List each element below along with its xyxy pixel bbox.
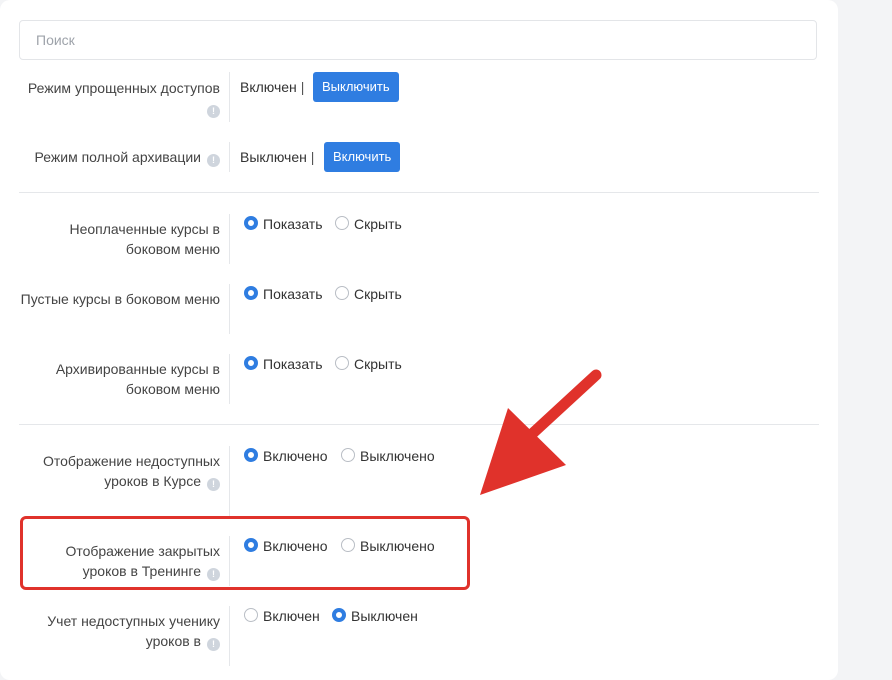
simplified-access-label: Режим упрощенных доступов! [27,80,220,118]
radio-unselected-icon[interactable] [335,216,349,230]
radio-unselected-icon[interactable] [335,356,349,370]
simplified-access-status: Включен | [240,79,305,95]
radio-unselected-icon[interactable] [335,286,349,300]
radio-selected-icon[interactable] [244,216,258,230]
info-icon[interactable]: ! [207,154,220,167]
highlight-box [20,516,470,590]
radio-selected-icon[interactable] [244,286,258,300]
unpaid-courses-row: Неоплаченные курсы в боковом меню Показа… [0,214,838,264]
divider-vertical [229,284,230,334]
search-input[interactable] [19,20,817,60]
unavailable-lessons-row: Отображение недоступных уроков в Курсе! … [0,446,838,516]
full-archive-row: Режим полной архивации! Выключен | Включ… [0,142,838,172]
info-icon[interactable]: ! [207,105,220,118]
archived-courses-label: Архивированные курсы в боковом меню [55,361,220,397]
divider-vertical [229,446,230,516]
info-icon[interactable]: ! [207,478,220,491]
radio-unselected-icon[interactable] [244,608,258,622]
divider-vertical [229,142,230,172]
full-archive-label: Режим полной архивации! [20,147,220,167]
unavailable-lessons-count-label: Учет недоступных ученику уроков в! [47,613,220,651]
unavailable-lessons-label: Отображение недоступных уроков в Курсе! [42,453,220,491]
divider-vertical [229,606,230,666]
section-divider [19,192,819,193]
divider-vertical [229,354,230,404]
section-divider [19,424,819,425]
radio-selected-icon[interactable] [244,448,258,462]
empty-courses-label: Пустые курсы в боковом меню [20,291,220,307]
full-archive-status: Выключен | [240,149,315,165]
radio-selected-icon[interactable] [244,356,258,370]
unavailable-lessons-count-row: Учет недоступных ученику уроков в! Включ… [0,606,838,666]
divider-vertical [229,72,230,122]
radio-selected-icon[interactable] [332,608,346,622]
archived-courses-row: Архивированные курсы в боковом меню Пока… [0,354,838,404]
info-icon[interactable]: ! [207,638,220,651]
unpaid-courses-label: Неоплаченные курсы в боковом меню [69,221,221,257]
enable-full-archive-button[interactable]: Включить [324,142,401,172]
disable-simplified-access-button[interactable]: Выключить [313,72,399,102]
simplified-access-row: Режим упрощенных доступов! Включен | Вык… [0,72,838,122]
divider-vertical [229,214,230,264]
radio-unselected-icon[interactable] [341,448,355,462]
empty-courses-row: Пустые курсы в боковом меню Показать Скр… [0,284,838,334]
